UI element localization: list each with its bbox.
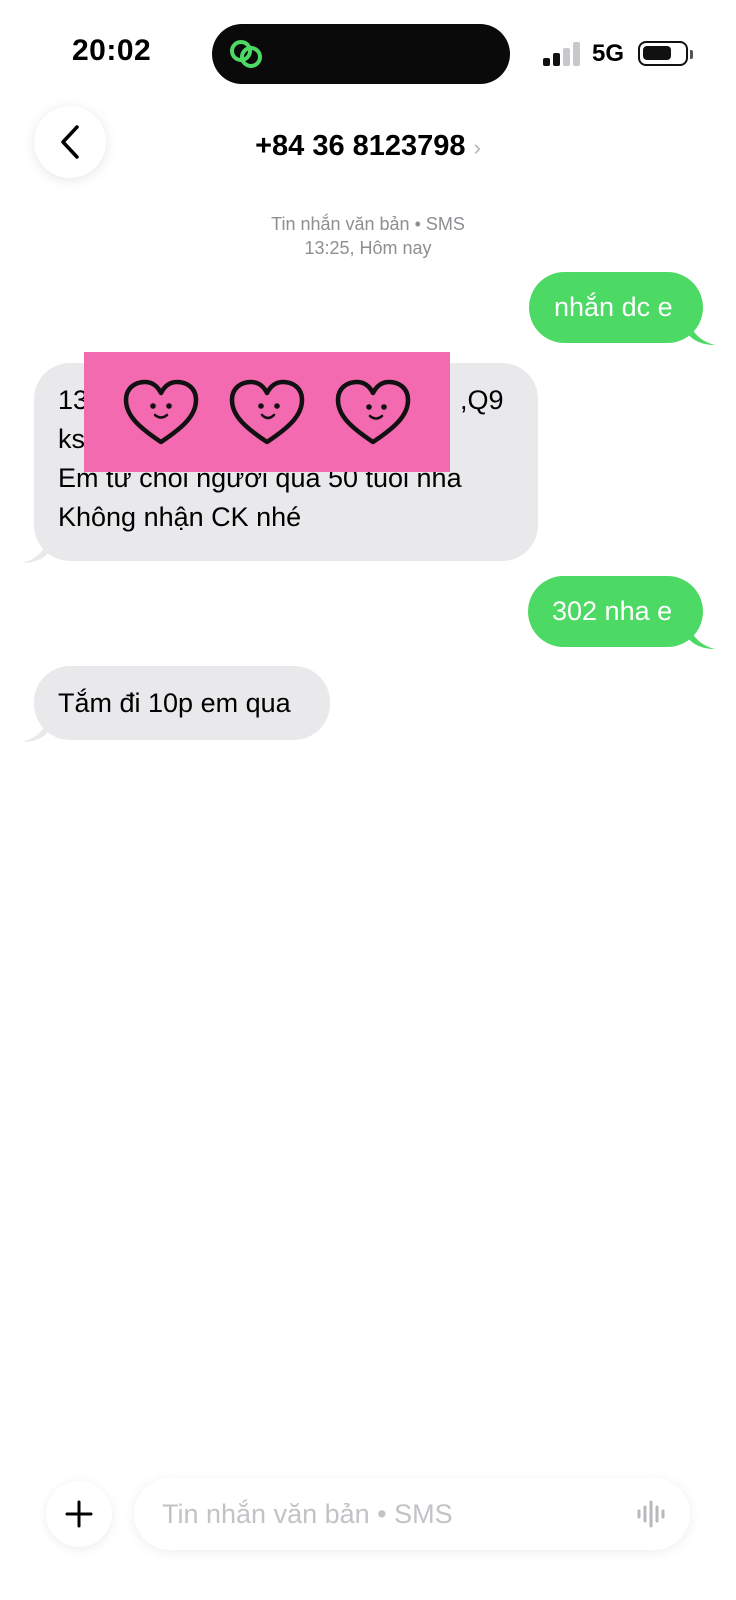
message-line: Không nhận CK nhé: [58, 502, 302, 532]
message-composer[interactable]: [134, 1478, 690, 1550]
chevron-right-icon: ›: [473, 135, 481, 160]
network-label: 5G: [592, 40, 625, 67]
add-attachment-button[interactable]: [46, 1481, 112, 1547]
thread-timestamp: 13:25, Hôm nay: [304, 238, 432, 258]
thread-type: Tin nhắn văn bản • SMS: [271, 214, 465, 234]
plus-icon: [65, 1500, 93, 1528]
signal-bars-icon: [543, 42, 581, 66]
contact-header[interactable]: +84 36 8123798 ›: [0, 130, 736, 163]
status-time: 20:02: [72, 34, 152, 67]
battery-icon: [638, 41, 693, 66]
smiling-heart-icon: [123, 379, 199, 445]
dynamic-island[interactable]: [212, 24, 510, 84]
message-input[interactable]: [162, 1478, 622, 1550]
message-bubble-outgoing[interactable]: 302 nha e: [528, 576, 715, 649]
contact-name[interactable]: +84 36 8123798: [255, 130, 465, 162]
message-text: Tắm đi 10p em qua: [58, 688, 291, 718]
smiling-heart-icon: [335, 379, 411, 445]
bubble-tail: [22, 714, 50, 742]
bubble-tail: [687, 621, 715, 649]
message-text: 302 nha e: [552, 596, 673, 626]
audio-waveform-icon[interactable]: [636, 1500, 668, 1528]
bubble-tail: [22, 535, 50, 563]
message-text: nhắn dc e: [554, 292, 673, 322]
message-bubble-outgoing[interactable]: nhắn dc e: [529, 272, 715, 345]
bubble-tail: [687, 317, 715, 345]
smiling-heart-icon: [229, 379, 305, 445]
message-bubble-incoming[interactable]: Tắm đi 10p em qua: [22, 666, 330, 742]
heart-sticker: [84, 352, 450, 472]
link-rings-icon: [230, 40, 262, 68]
